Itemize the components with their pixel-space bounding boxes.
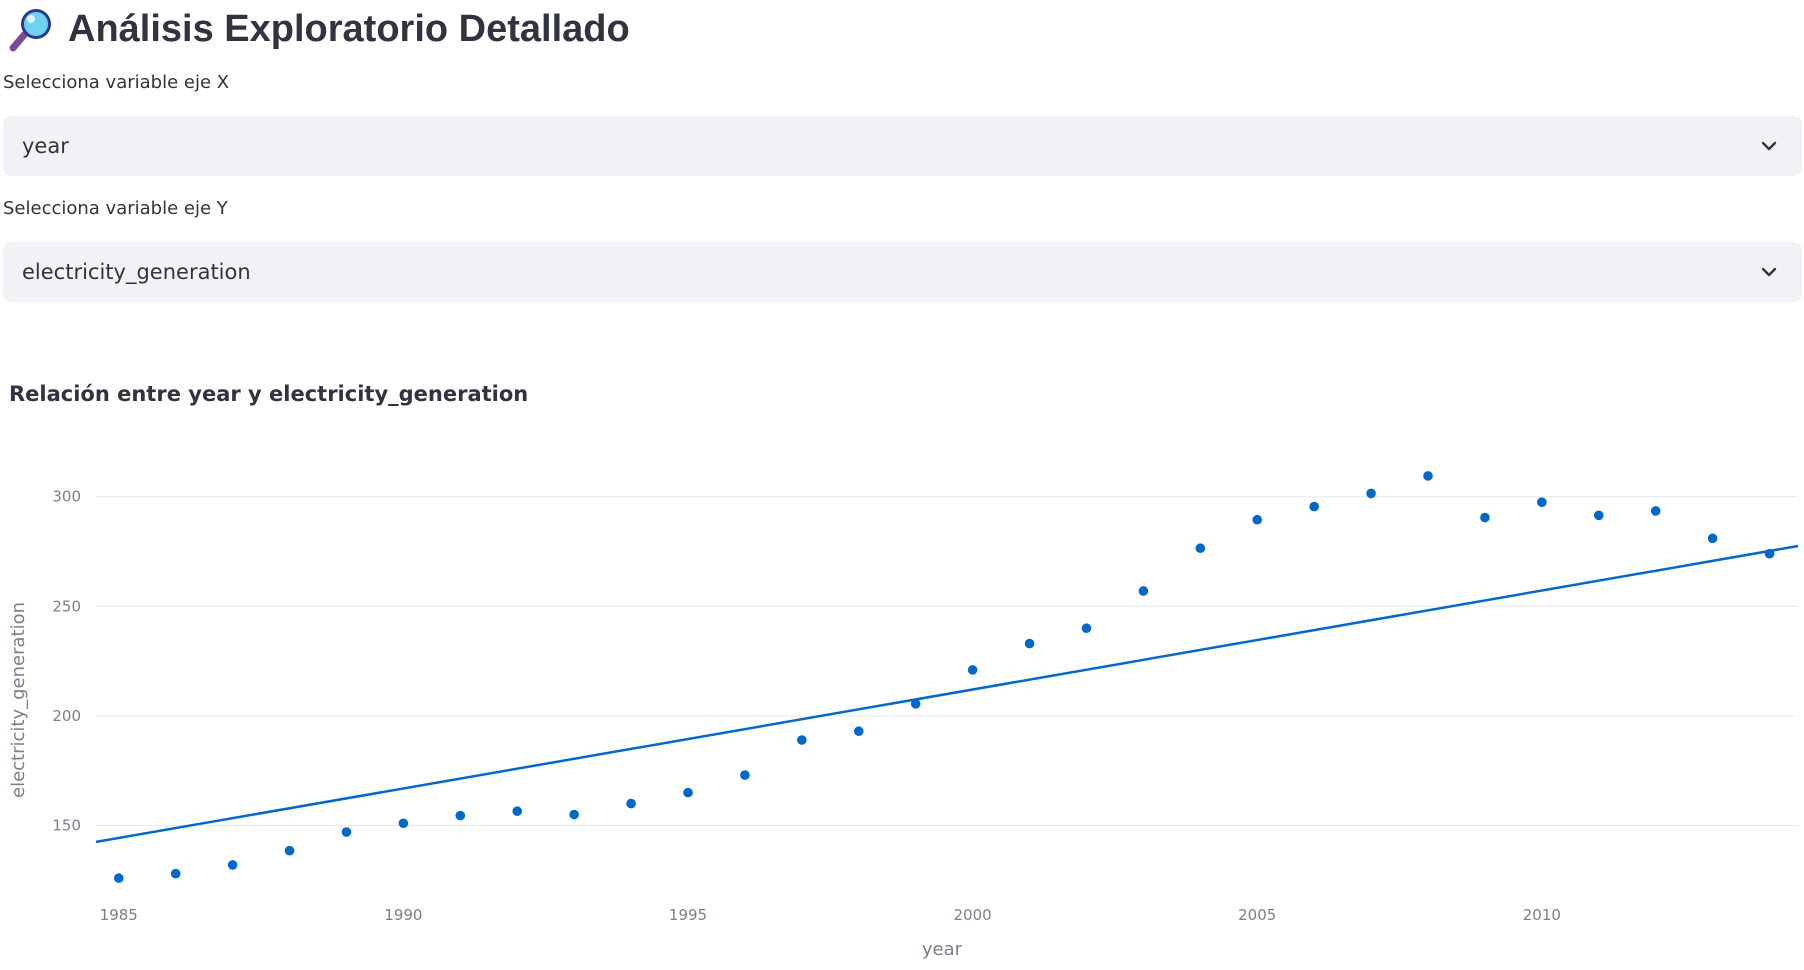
data-point	[1593, 510, 1604, 521]
y-tick-label: 300	[52, 488, 81, 506]
y-tick-label: 250	[52, 597, 81, 615]
chart-title: Relación entre year y electricity_genera…	[9, 382, 529, 406]
data-point	[1423, 471, 1433, 481]
data-point	[227, 860, 238, 870]
y-tick-label: 150	[52, 816, 81, 834]
data-point	[284, 845, 295, 856]
x-axis-title: year	[922, 939, 963, 960]
data-point	[1252, 514, 1263, 525]
data-point	[1024, 638, 1035, 649]
x-variable-select[interactable]: year	[3, 116, 1802, 176]
data-point	[1707, 533, 1718, 544]
x-tick-label: 1990	[384, 906, 422, 924]
x-select-value: year	[22, 134, 69, 158]
data-point	[455, 810, 466, 821]
x-tick-label: 2005	[1238, 906, 1276, 924]
data-point	[512, 806, 523, 817]
data-point	[683, 787, 693, 798]
data-point	[967, 665, 978, 675]
x-tick-label: 2010	[1523, 906, 1561, 924]
trend-line	[95, 544, 1799, 844]
x-tick-label: 2000	[954, 906, 992, 924]
magnifying-glass-icon	[8, 5, 56, 53]
data-point	[1309, 501, 1319, 512]
data-point	[1081, 623, 1092, 634]
y-axis-title: electricity_generation	[8, 602, 29, 798]
x-tick-label: 1985	[100, 906, 138, 924]
data-point	[853, 726, 864, 737]
data-point	[1366, 488, 1376, 499]
data-point	[1537, 497, 1547, 507]
data-point	[170, 868, 181, 879]
data-point	[626, 798, 636, 809]
scatter-chart: 150 200 250 300 1985 1990 1995 2000 2005 2010 year…	[8, 471, 1799, 960]
data-point	[569, 809, 579, 820]
chevron-down-icon	[1758, 135, 1780, 157]
x-tick-label: 1995	[669, 906, 707, 924]
page-title-text: Análisis Exploratorio Detallado	[68, 7, 630, 50]
chevron-down-icon	[1758, 261, 1780, 283]
data-point	[797, 735, 807, 745]
data-point	[113, 873, 124, 883]
data-point	[1480, 512, 1490, 523]
y-tick-label: 200	[52, 707, 81, 725]
data-point	[1764, 548, 1775, 559]
data-point	[740, 770, 750, 780]
y-select-value: electricity_generation	[22, 260, 251, 284]
data-point	[910, 699, 921, 709]
y-select-label: Selecciona variable eje Y	[3, 198, 228, 219]
data-point	[341, 827, 352, 837]
page-title: Análisis Exploratorio Detallado	[8, 4, 630, 54]
data-point	[398, 818, 409, 829]
data-point	[1195, 543, 1206, 554]
y-variable-select[interactable]: electricity_generation	[3, 242, 1802, 302]
data-point	[1650, 506, 1661, 516]
data-point	[1138, 586, 1149, 596]
x-select-label: Selecciona variable eje X	[3, 72, 230, 93]
